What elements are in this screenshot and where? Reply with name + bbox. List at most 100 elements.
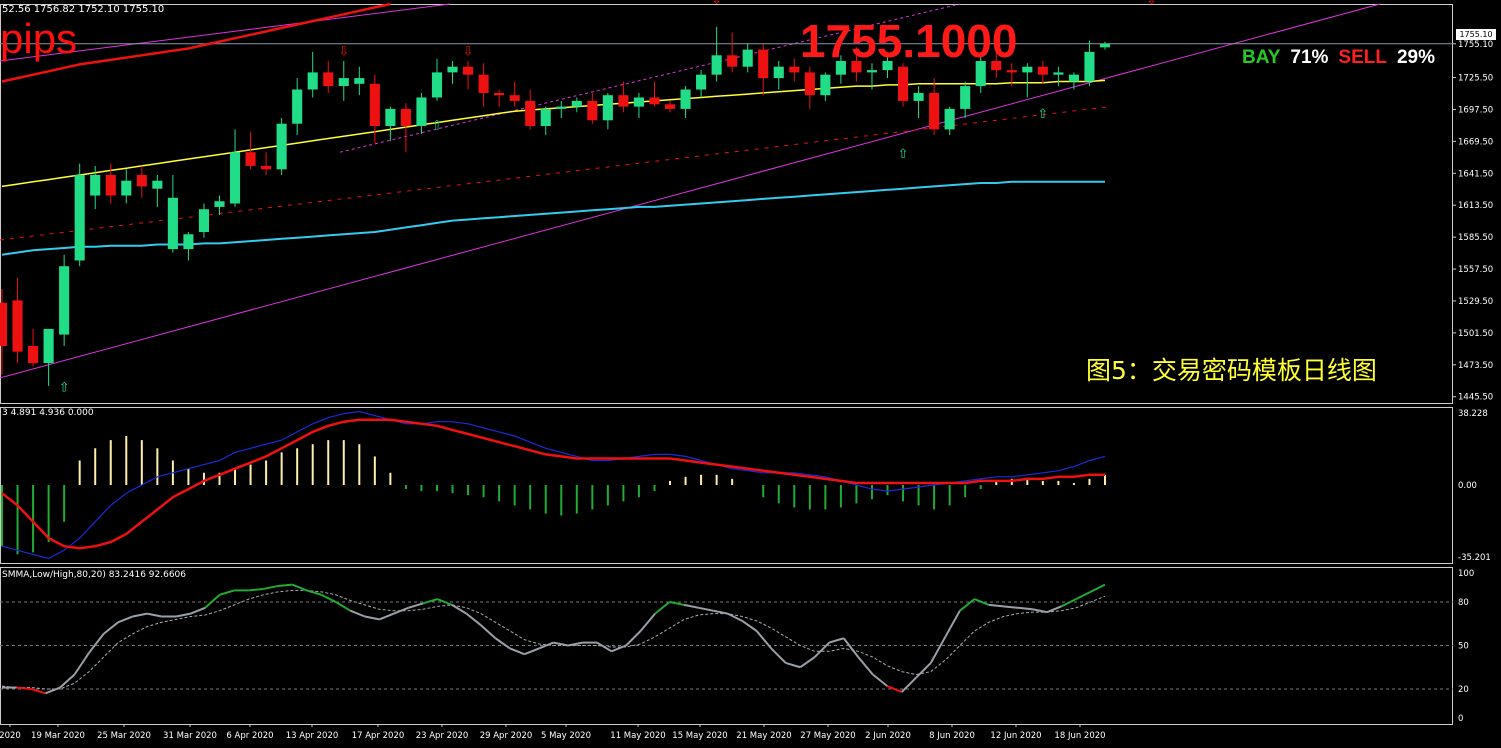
stochastic-main-segment [132, 612, 148, 618]
candle-body [618, 95, 629, 107]
price-tick-label: 1445.50 [1458, 393, 1493, 403]
candle-body [59, 266, 70, 335]
candle-body [385, 108, 396, 126]
price-tick-label: 1529.50 [1458, 297, 1493, 307]
trend-dashed-line [0, 106, 1111, 241]
date-tick-label: 23 Apr 2020 [416, 731, 469, 741]
stochastic-tick-label: 80 [1458, 598, 1469, 608]
candle-body [773, 66, 784, 79]
stochastic-main-segment [901, 676, 918, 693]
date-tick-label: 8 Jun 2020 [929, 731, 975, 741]
stochastic-main-segment [639, 612, 656, 632]
candle-body [1037, 66, 1048, 75]
stochastic-main-segment [857, 656, 874, 676]
stochastic-main-segment [190, 606, 206, 615]
sell-arrow-icon: ⇩ [711, 0, 722, 8]
price-tick-label: 1613.50 [1458, 201, 1493, 211]
date-tick-label: 15 May 2020 [672, 731, 727, 741]
date-tick-label: 5 May 2020 [541, 731, 591, 741]
ma-yellow-line [1, 79, 1106, 188]
macd-tick-label: -35.201 [1458, 553, 1491, 563]
buy-arrow-icon: ⇧ [898, 147, 909, 162]
price-tick-label: 1501.50 [1458, 329, 1493, 339]
stochastic-main-segment [408, 602, 424, 609]
stochastic-main-segment [277, 583, 293, 588]
ohlc-readout: 52.56 1756.82 1752.10 1755.10 [2, 4, 165, 15]
stochastic-main-segment [698, 606, 714, 612]
candle-body [1022, 66, 1033, 73]
stochastic-main-segment [654, 601, 671, 615]
stochastic-header: SMMA,Low/High,80,20) 83.2416 92.6606 [2, 570, 186, 580]
stochastic-tick-label: 0 [1458, 714, 1463, 724]
stochastic-main-segment [1032, 608, 1048, 614]
price-tick-label: 1725.50 [1458, 74, 1493, 84]
stochastic-main-segment [959, 598, 976, 612]
stochastic-main-segment [422, 598, 438, 605]
stochastic-main-segment [320, 593, 337, 603]
candle-body [649, 97, 660, 105]
date-tick-label: 31 Mar 2020 [163, 731, 217, 741]
stochastic-main-segment [494, 637, 511, 650]
stochastic-main-segment [929, 636, 947, 664]
stochastic-main-segment [30, 688, 46, 695]
candle-body [323, 72, 334, 87]
candle-body [198, 209, 210, 232]
candle-body [820, 74, 831, 96]
channel-lower-line [0, 3, 1381, 379]
stochastic-main-segment [1017, 606, 1033, 611]
candle-body [742, 49, 753, 67]
candle-body [463, 66, 474, 75]
candle-body [727, 55, 738, 67]
stochastic-main-segment [872, 673, 888, 687]
candle-body [789, 66, 800, 73]
candle-body [183, 234, 194, 250]
candle-body [494, 92, 505, 96]
date-tick-label: 11 May 2020 [610, 731, 665, 741]
sell-value: 29% [1396, 47, 1435, 68]
stochastic-main-segment [683, 603, 699, 609]
candle-body [0, 302, 8, 346]
date-tick-label: 29 Apr 2020 [480, 731, 533, 741]
stochastic-main-segment [741, 620, 758, 632]
stochastic-main-segment [915, 662, 932, 679]
stochastic-main-segment [1061, 598, 1077, 608]
candle-body [897, 66, 909, 101]
stochastic-main-segment [828, 637, 845, 644]
sell-arrow-icon: ⇩ [463, 44, 474, 59]
buy-arrow-icon: ⇧ [432, 118, 443, 133]
stochastic-main-segment [335, 601, 351, 612]
candle-body [12, 300, 23, 352]
date-tick-label: 2 Jun 2020 [865, 731, 911, 741]
macd-signal-line [1, 418, 1105, 550]
candle-body [214, 201, 225, 207]
price-tick-label: 1755.10 [1458, 40, 1493, 50]
candle-body [245, 152, 256, 166]
candle-body [587, 100, 598, 121]
sell-arrow-icon: ⇩ [1146, 0, 1157, 8]
stochastic-main-segment [988, 603, 1004, 608]
candle-body [664, 104, 676, 109]
date-tick-label: 17 Apr 2020 [352, 731, 405, 741]
stochastic-main-segment [364, 615, 380, 621]
candle-body [758, 49, 769, 79]
candle-body [369, 83, 380, 126]
stochastic-main-segment [944, 610, 961, 638]
sell-label: SELL [1338, 47, 1387, 68]
candle-body [680, 89, 691, 109]
stochastic-main-segment [669, 601, 685, 606]
candle-body [136, 175, 147, 187]
candle-body [571, 100, 582, 107]
candle-body [121, 180, 132, 196]
stochastic-main-segment [219, 589, 235, 596]
pips-label: pips [0, 15, 78, 62]
candle-body [1006, 70, 1017, 73]
buy-arrow-icon: ⇧ [59, 381, 70, 396]
price-tick-label: 1557.50 [1458, 265, 1493, 275]
stochastic-tick-label: 20 [1458, 685, 1469, 695]
figure-caption: 图5：交易密码模板日线图 [1086, 356, 1377, 385]
candle-body [338, 78, 349, 87]
macd-panel-border [0, 407, 1453, 564]
bay-sell-ratio: BAY 71% SELL 29% [1242, 47, 1445, 69]
candle-body [261, 165, 272, 170]
stochastic-main-segment [378, 612, 395, 621]
